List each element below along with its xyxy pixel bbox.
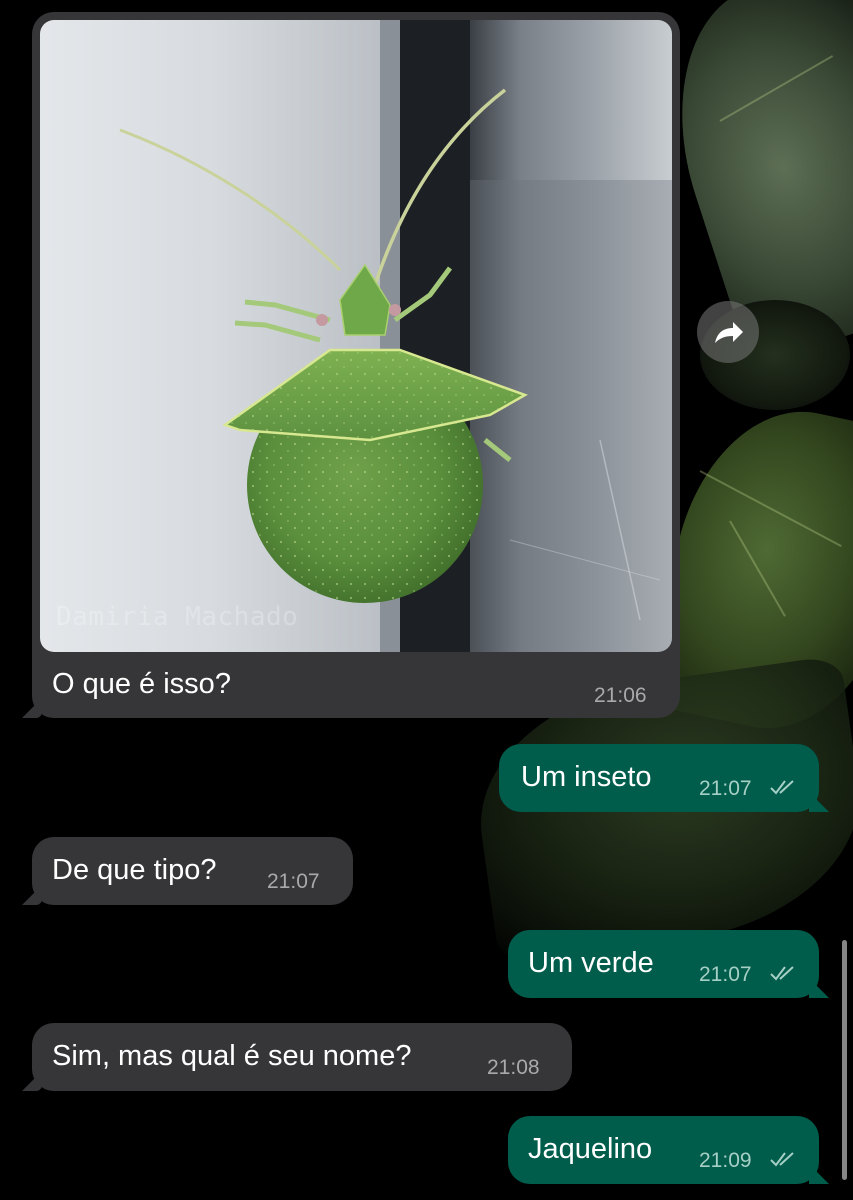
insect-photo[interactable]: Damiria Machado <box>40 20 672 652</box>
message-time: 21:07 <box>699 777 752 800</box>
message-text: Um inseto <box>521 761 652 793</box>
photo-watermark: Damiria Machado <box>56 602 299 632</box>
incoming-message-bubble[interactable]: Sim, mas qual é seu nome? 21:08 <box>22 1023 572 1091</box>
message-time: 21:07 <box>267 870 320 893</box>
message-text: De que tipo? <box>52 854 217 886</box>
message-text: Jaquelino <box>528 1133 653 1165</box>
chat-scrollbar[interactable] <box>842 940 847 1180</box>
message-text: Um verde <box>528 947 654 979</box>
outgoing-message-bubble[interactable]: Um verde 21:07 <box>508 930 829 998</box>
image-message-bubble[interactable]: Damiria Machado O que é isso? 21:06 <box>22 12 680 718</box>
double-check-icon <box>770 1152 794 1167</box>
message-time: 21:07 <box>699 963 752 986</box>
incoming-message-bubble[interactable]: De que tipo? 21:07 <box>22 837 353 905</box>
forward-button[interactable] <box>697 301 759 363</box>
outgoing-message-bubble[interactable]: Um inseto 21:07 <box>499 744 829 812</box>
message-time: 21:09 <box>699 1149 752 1172</box>
message-time: 21:08 <box>487 1056 540 1079</box>
message-time: 21:06 <box>594 684 647 707</box>
message-text: Sim, mas qual é seu nome? <box>52 1040 412 1072</box>
forward-arrow-icon <box>715 322 743 343</box>
double-check-icon <box>770 966 794 981</box>
double-check-icon <box>770 780 794 795</box>
message-text: O que é isso? <box>52 668 231 700</box>
outgoing-message-bubble[interactable]: Jaquelino 21:09 <box>508 1116 829 1184</box>
